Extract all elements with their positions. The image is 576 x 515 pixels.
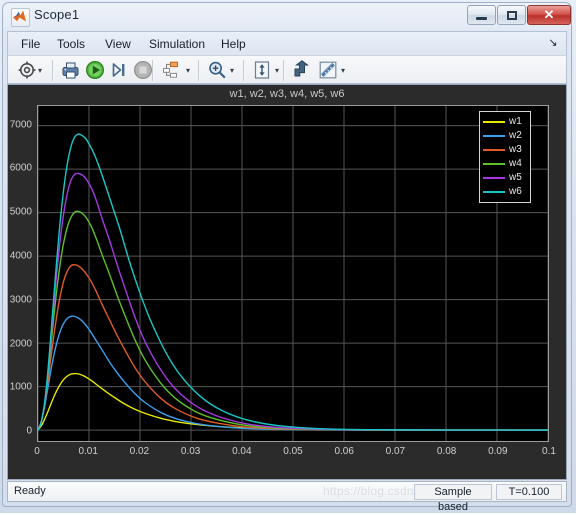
step-forward-icon[interactable] [108,59,130,81]
menu-simulation[interactable]: Simulation [144,35,210,53]
x-tick-label: 0.05 [283,446,303,457]
scope-display: w1, w2, w3, w4, w5, w6 0 1000 2000 3000 4000… [7,84,567,480]
signal-selection-icon[interactable] [160,59,182,81]
x-tick-label: 0.07 [385,446,406,457]
close-button[interactable]: ✕ [527,5,571,25]
status-simulation-time: T=0.100 [496,484,562,500]
window-title: Scope1 [34,7,80,22]
menu-bar: File Tools View Simulation Help ↘ [7,31,567,55]
x-tick-label: 0.1 [542,446,556,457]
restore-button[interactable] [497,5,526,25]
x-tick-label: 0.04 [232,446,252,457]
legend-item[interactable]: w2 [483,129,526,143]
status-sample-mode: Sample based [414,484,492,513]
legend-item[interactable]: w5 [483,171,526,185]
legend-item[interactable]: w6 [483,185,526,199]
minimize-button[interactable] [467,5,496,25]
toolbar-separator [243,60,245,81]
legend-color-swatch [483,121,505,123]
configuration-properties-icon[interactable] [16,59,38,81]
y-tick-label: 6000 [9,162,32,174]
cursor-measurement-icon[interactable] [291,59,313,81]
restore-icon [498,6,525,24]
stop-icon [132,59,154,81]
legend-label: w4 [509,158,522,169]
plot-legend[interactable]: w1 w2 w3 w4 w5 w6 [479,111,531,203]
y-tick-label: 7000 [9,119,32,131]
measurements-dropdown-caret-icon[interactable]: ▾ [339,67,347,75]
undock-arrow-icon[interactable]: ↘ [546,36,560,50]
print-icon[interactable] [60,59,82,81]
legend-label: w3 [509,144,522,155]
menu-view[interactable]: View [100,35,136,53]
close-icon: ✕ [543,7,555,22]
legend-color-swatch [483,191,505,193]
y-tick-label: 3000 [9,294,32,306]
toolbar-separator [52,60,54,81]
scope-window: Scope1 ✕ File Tools View Simulation Help… [0,0,576,513]
y-tick-label: 5000 [9,206,32,218]
x-tick-label: 0 [34,446,40,457]
toolbar-separator [198,60,200,81]
signal-selection-dropdown-caret-icon[interactable]: ▾ [184,67,192,75]
y-tick-label: 2000 [9,338,32,350]
legend-item[interactable]: w4 [483,157,526,171]
legend-label: w1 [509,116,522,127]
menu-file[interactable]: File [16,35,45,53]
zoom-in-icon[interactable] [206,59,228,81]
legend-item[interactable]: w3 [483,143,526,157]
plot-curves [38,133,548,431]
y-tick-label: 4000 [9,250,32,262]
status-message: Ready [14,485,46,497]
y-tick-label: 0 [26,425,32,437]
run-icon[interactable] [84,59,106,81]
x-tick-label: 0.03 [180,446,201,457]
autoscale-dropdown-caret-icon[interactable]: ▾ [273,67,281,75]
x-tick-label: 0.08 [436,446,457,457]
legend-item[interactable]: w1 [483,115,526,129]
autoscale-icon[interactable] [251,59,273,81]
menu-help[interactable]: Help [216,35,251,53]
legend-color-swatch [483,177,505,179]
menu-tools[interactable]: Tools [52,35,90,53]
legend-label: w2 [509,130,522,141]
legend-label: w6 [509,186,522,197]
measurements-icon[interactable] [317,59,339,81]
legend-label: w5 [509,172,522,183]
x-tick-label: 0.02 [129,446,150,457]
plot-title: w1, w2, w3, w4, w5, w6 [229,88,345,100]
y-tick-label: 1000 [9,381,32,393]
matlab-icon [11,8,30,27]
x-tick-label: 0.01 [78,446,98,457]
legend-color-swatch [483,149,505,151]
x-tick-label: 0.09 [488,446,508,457]
legend-color-swatch [483,135,505,137]
zoom-dropdown-caret-icon[interactable]: ▾ [228,67,236,75]
x-tick-label: 0.06 [334,446,354,457]
title-bar: Scope1 ✕ [3,3,571,30]
toolbar-separator [283,60,285,81]
legend-color-swatch [483,163,505,165]
configuration-dropdown-caret-icon[interactable]: ▾ [36,67,44,75]
tool-bar: ▾ ▾ ▾ ▾ ▾ [7,55,567,84]
status-bar: Ready Sample based T=0.100 [7,481,567,513]
plot-axes[interactable] [37,105,549,442]
minimize-icon [468,6,495,24]
